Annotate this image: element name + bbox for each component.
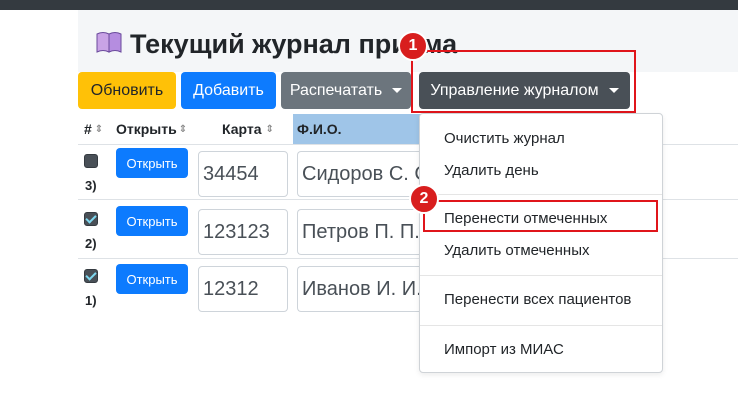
- print-dropdown-button[interactable]: Распечатать: [281, 72, 411, 109]
- patient-name-field[interactable]: Иванов И. И.: [297, 266, 427, 312]
- row-number: 3): [85, 178, 97, 193]
- card-number-field[interactable]: 123123: [198, 209, 288, 255]
- book-icon: [96, 29, 122, 60]
- patient-name-field[interactable]: Сидоров С. С: [297, 151, 427, 197]
- open-button[interactable]: Открыть: [116, 206, 188, 236]
- card-number-field[interactable]: 34454: [198, 151, 288, 197]
- col-header-open: Открыть ⇕: [116, 121, 188, 137]
- col-header-card: Карта ⇕: [222, 121, 274, 137]
- menu-item-delete-checked[interactable]: Удалить отмеченных: [444, 242, 589, 259]
- sort-icon[interactable]: ⇕: [179, 124, 187, 135]
- sort-icon[interactable]: ⇕: [266, 124, 274, 135]
- sort-icon[interactable]: ⇕: [95, 124, 103, 135]
- menu-item-import-mias[interactable]: Импорт из МИАС: [444, 341, 564, 358]
- menu-item-move-all-patients[interactable]: Перенести всех пациентов: [444, 291, 631, 308]
- open-button[interactable]: Открыть: [116, 148, 188, 178]
- annotation-box-1: [411, 50, 636, 113]
- annotation-box-2: [423, 200, 658, 232]
- add-button[interactable]: Добавить: [181, 72, 276, 109]
- caret-down-icon: [392, 88, 403, 93]
- row-number: 1): [85, 293, 97, 308]
- menu-item-clear-journal[interactable]: Очистить журнал: [444, 130, 565, 147]
- step-badge-1: 1: [398, 31, 428, 61]
- row-number: 2): [85, 236, 97, 251]
- manage-journal-menu: Очистить журнал Удалить день Перенести о…: [419, 113, 663, 373]
- top-navbar: [0, 0, 738, 10]
- menu-divider: [420, 194, 662, 195]
- row-checkbox[interactable]: [84, 269, 98, 283]
- refresh-button[interactable]: Обновить: [78, 72, 176, 109]
- patient-name-field[interactable]: Петров П. П.: [297, 209, 427, 255]
- open-button[interactable]: Открыть: [116, 264, 188, 294]
- menu-item-delete-day[interactable]: Удалить день: [444, 162, 539, 179]
- menu-divider: [420, 325, 662, 326]
- row-checkbox[interactable]: [84, 154, 98, 168]
- col-header-num: # ⇕: [84, 121, 104, 137]
- menu-divider: [420, 275, 662, 276]
- col-header-fio: Ф.И.О.: [293, 114, 429, 144]
- step-badge-2: 2: [409, 184, 439, 214]
- card-number-field[interactable]: 12312: [198, 266, 288, 312]
- row-checkbox[interactable]: [84, 212, 98, 226]
